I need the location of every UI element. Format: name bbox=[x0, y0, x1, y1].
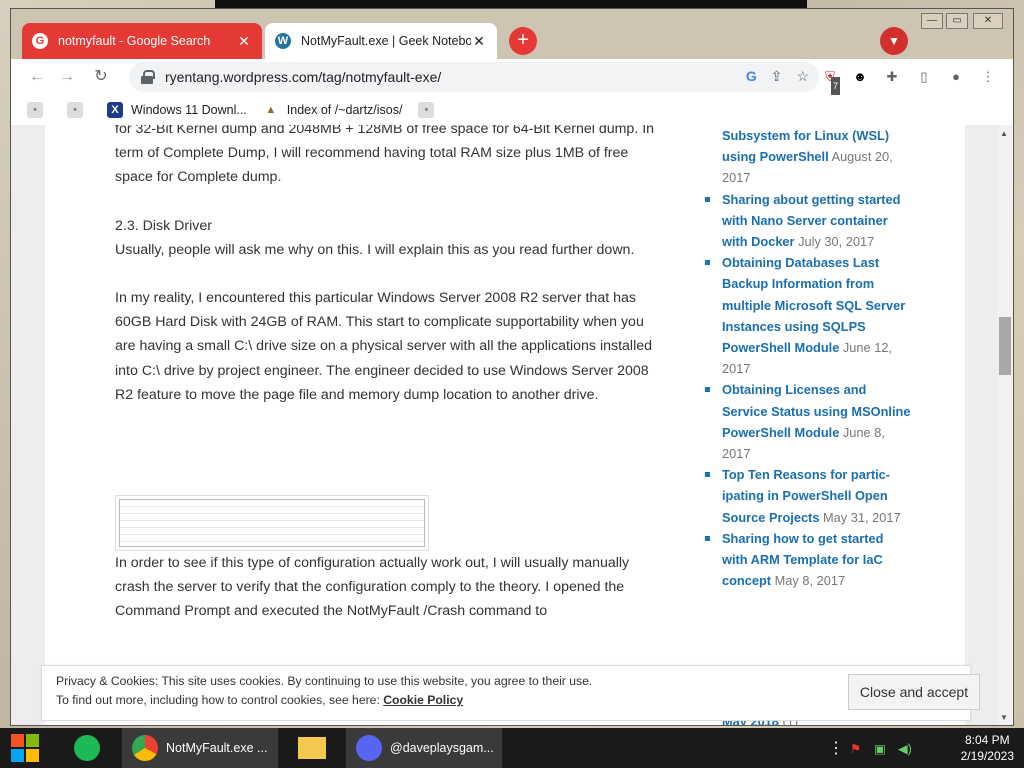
taskbar: NotMyFault.exe ... @daveplaysgam... ⋮ ⚑ … bbox=[0, 728, 1024, 768]
address-bar[interactable]: ryentang.wordpress.com/tag/notmyfault-ex… bbox=[129, 62, 819, 92]
x-icon: X bbox=[107, 102, 123, 118]
list-item: Subsystem for Linux (WSL) using PowerShe… bbox=[711, 125, 911, 189]
article-paragraph: for 32-Bit Kernel dump and 2048MB + 128M… bbox=[115, 125, 655, 186]
bookmark-item[interactable]: • bbox=[418, 102, 442, 118]
cookie-text: Privacy & Cookies: This site uses cookie… bbox=[56, 674, 593, 688]
ublock-icon[interactable]: ⛨ 7 bbox=[821, 68, 841, 95]
tray-overflow-icon[interactable]: ⋮ bbox=[828, 728, 844, 768]
google-lens-icon[interactable]: G bbox=[746, 68, 757, 85]
forward-button[interactable]: → bbox=[55, 65, 79, 89]
article-paragraph: Usually, people will ask me why on this.… bbox=[115, 241, 635, 258]
new-tab-button[interactable]: + bbox=[509, 27, 537, 55]
hidden-bookmark-icon: • bbox=[27, 102, 43, 118]
section-heading: 2.3. Disk Driver bbox=[115, 217, 212, 234]
list-item: Sharing about getting started with Nano … bbox=[705, 189, 911, 253]
bookmark-item[interactable]: • bbox=[27, 102, 51, 118]
post-date: July 30, 2017 bbox=[798, 234, 875, 250]
bookmark-item[interactable]: ▲ Index of /~dartz/isos/ bbox=[263, 102, 402, 118]
network-icon[interactable]: ▣ bbox=[874, 728, 886, 768]
url-text: ryentang.wordpress.com/tag/notmyfault-ex… bbox=[165, 69, 442, 85]
scroll-thumb[interactable] bbox=[999, 317, 1011, 375]
cookie-banner: Privacy & Cookies: This site uses cookie… bbox=[41, 665, 980, 721]
folder-icon: ▲ bbox=[265, 104, 277, 116]
article-paragraph: In order to see if this type of configur… bbox=[115, 555, 630, 620]
discord-icon bbox=[356, 735, 382, 761]
tab-notmyfault[interactable]: W NotMyFault.exe | Geek Notebook ✕ bbox=[265, 23, 497, 59]
bookmark-star-icon[interactable]: ☆ bbox=[796, 68, 809, 85]
list-item: Sharing how to get started with ARM Temp… bbox=[705, 528, 911, 592]
taskbar-chrome[interactable]: NotMyFault.exe ... bbox=[122, 728, 278, 768]
flag-icon[interactable]: ⚑ bbox=[850, 728, 861, 768]
file-explorer-icon[interactable] bbox=[298, 728, 328, 768]
volume-icon[interactable]: ◀) bbox=[898, 728, 912, 768]
post-date: May 31, 2017 bbox=[823, 509, 901, 525]
bookmark-item[interactable]: • bbox=[67, 102, 91, 118]
hidden-bookmark-icon: • bbox=[418, 102, 435, 118]
cookie-policy-link[interactable]: Cookie Policy bbox=[383, 693, 463, 707]
tab-google-search[interactable]: G notmyfault - Google Search ✕ bbox=[22, 23, 262, 59]
start-button[interactable] bbox=[10, 728, 44, 768]
post-date: May 8, 2017 bbox=[774, 573, 846, 589]
top-edge-bar bbox=[215, 0, 807, 8]
sheets-app-icon[interactable] bbox=[74, 728, 104, 768]
side-panel-icon[interactable]: ▯ bbox=[915, 68, 933, 86]
maximize-button[interactable]: ▭ bbox=[946, 13, 968, 29]
tab-title: notmyfault - Google Search bbox=[58, 34, 211, 48]
disk-management-screenshot[interactable] bbox=[115, 495, 429, 551]
close-icon[interactable]: ✕ bbox=[236, 33, 252, 50]
close-icon[interactable]: ✕ bbox=[471, 33, 487, 50]
list-item: Obtaining Databases Last Backup Informat… bbox=[705, 252, 911, 379]
scroll-down-icon[interactable]: ▼ bbox=[1000, 713, 1008, 722]
close-window-button[interactable]: ✕ bbox=[973, 13, 1003, 29]
tab-search-button[interactable]: ▼ bbox=[880, 27, 908, 55]
article-paragraph: In my reality, I encountered this partic… bbox=[115, 290, 653, 403]
lock-icon bbox=[141, 70, 155, 84]
windows-logo-icon bbox=[11, 734, 39, 762]
close-and-accept-button[interactable]: Close and accept bbox=[848, 674, 980, 710]
google-icon: G bbox=[32, 33, 48, 49]
tab-title: NotMyFault.exe | Geek Notebook bbox=[301, 34, 471, 48]
vertical-scrollbar[interactable]: ▲ ▼ bbox=[997, 125, 1013, 725]
chrome-icon bbox=[132, 735, 158, 761]
extensions-puzzle-icon[interactable]: ✚ bbox=[883, 68, 901, 86]
profile-icon[interactable]: ● bbox=[947, 68, 965, 86]
hidden-bookmark-icon: • bbox=[67, 102, 83, 118]
back-button[interactable]: ← bbox=[25, 65, 49, 89]
bookmark-item[interactable]: X Windows 11 Downl... bbox=[107, 102, 247, 118]
cookie-text-2: To find out more, including how to contr… bbox=[56, 693, 464, 707]
minimize-button[interactable]: — bbox=[921, 13, 943, 29]
bookmarks-bar: • • X Windows 11 Downl... ▲ Index of /~dar… bbox=[11, 95, 1013, 125]
taskbar-discord[interactable]: @daveplaysgam... bbox=[346, 728, 502, 768]
clock[interactable]: 8:04 PM 2/19/2023 bbox=[961, 732, 1014, 764]
menu-kebab-icon[interactable]: ⋮ bbox=[979, 68, 997, 86]
wordpress-icon: W bbox=[275, 33, 291, 49]
toolbar: ← → ↻ ryentang.wordpress.com/tag/notmyfa… bbox=[11, 59, 1013, 95]
scroll-up-icon[interactable]: ▲ bbox=[1000, 129, 1008, 138]
page-viewport: for 32-Bit Kernel dump and 2048MB + 128M… bbox=[11, 125, 997, 725]
list-item: Obtaining Licenses and Service Status us… bbox=[705, 379, 911, 464]
share-icon[interactable]: ⇪ bbox=[771, 68, 783, 85]
extension-avatar-icon[interactable]: ☻ bbox=[851, 68, 869, 86]
page-content: for 32-Bit Kernel dump and 2048MB + 128M… bbox=[45, 125, 965, 725]
tab-strip: G notmyfault - Google Search ✕ W NotMyFa… bbox=[11, 9, 1013, 61]
recent-posts-sidebar: Subsystem for Linux (WSL) using PowerShe… bbox=[705, 125, 911, 725]
list-item: Top Ten Reasons for partic-ipating in Po… bbox=[705, 464, 911, 528]
browser-window: G notmyfault - Google Search ✕ W NotMyFa… bbox=[10, 8, 1014, 726]
reload-button[interactable]: ↻ bbox=[89, 65, 113, 89]
